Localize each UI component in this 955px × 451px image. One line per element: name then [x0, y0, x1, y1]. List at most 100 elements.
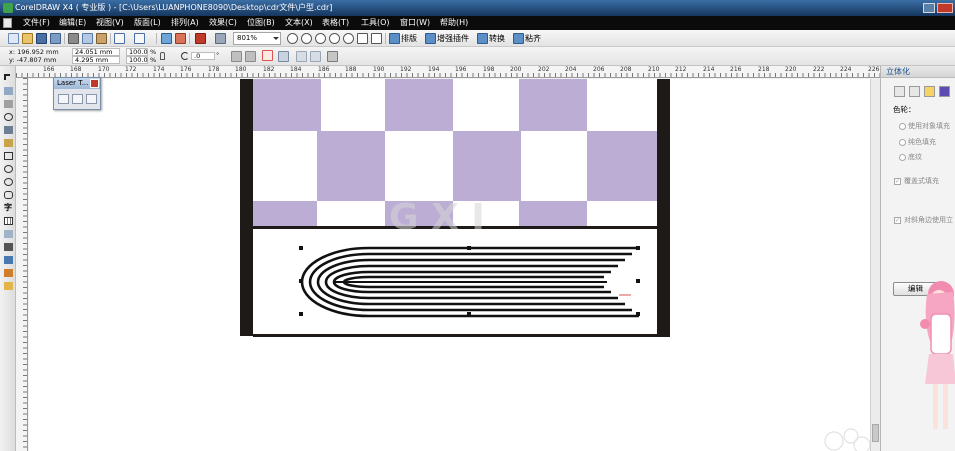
polygon-tool-icon[interactable]: [4, 178, 13, 186]
convert-label[interactable]: 转换: [489, 33, 505, 44]
menu-bitmaps[interactable]: 位图(B): [247, 16, 275, 30]
close-button[interactable]: [937, 3, 953, 13]
print-icon[interactable]: [50, 33, 61, 44]
extrude-light-icon[interactable]: [924, 86, 935, 97]
cut-icon[interactable]: [68, 33, 79, 44]
scale-width-field[interactable]: 100.0: [126, 48, 148, 56]
scrollbar-thumb[interactable]: [872, 424, 879, 442]
fill-tool-icon[interactable]: [4, 269, 13, 277]
menu-tools[interactable]: 工具(O): [361, 16, 390, 30]
mirror-vertical-icon[interactable]: [245, 51, 256, 62]
zoom-page-icon[interactable]: [343, 33, 354, 44]
zoom-all-icon[interactable]: [329, 33, 340, 44]
text-tool-icon[interactable]: 字: [4, 204, 13, 212]
watermark-logo: G X I: [389, 197, 485, 238]
laser-engrave-icon[interactable]: [72, 94, 83, 104]
menu-file[interactable]: 文件(F): [23, 16, 50, 30]
welcome-screen-icon[interactable]: [215, 33, 226, 44]
object-height-field[interactable]: 4.295 mm: [72, 56, 120, 64]
new-icon[interactable]: [8, 33, 19, 44]
mirror-horizontal-icon[interactable]: [231, 51, 242, 62]
layout-label[interactable]: 排版: [401, 33, 417, 44]
convert-to-curves-icon[interactable]: [310, 51, 321, 62]
redo-icon[interactable]: [134, 33, 145, 44]
freehand-tool-icon[interactable]: [4, 126, 13, 134]
rectangle-tool-icon[interactable]: [4, 152, 13, 160]
interactive-fill-tool-icon[interactable]: [4, 282, 13, 290]
save-icon[interactable]: [36, 33, 47, 44]
menu-edit[interactable]: 编辑(E): [59, 16, 86, 30]
crop-tool-icon[interactable]: [4, 100, 13, 108]
texture-radio[interactable]: [899, 154, 906, 161]
document-icon: [3, 18, 12, 28]
drawing-canvas[interactable]: G X I: [29, 79, 870, 451]
zoom-in-icon[interactable]: [287, 33, 298, 44]
convert-icon[interactable]: [477, 33, 488, 44]
interactive-blend-tool-icon[interactable]: [4, 230, 13, 238]
laser-tool-window[interactable]: Laser T...: [53, 77, 101, 110]
engraved-spiral-object[interactable]: [300, 246, 639, 318]
outline-icon[interactable]: [327, 51, 338, 62]
scale-height-field[interactable]: 100.0: [126, 56, 148, 64]
x-position[interactable]: x: 196.952 mm: [9, 48, 59, 56]
menu-view[interactable]: 视图(V): [96, 16, 124, 30]
paste-align-icon[interactable]: [513, 33, 524, 44]
undo-icon[interactable]: [114, 33, 125, 44]
layout-icon[interactable]: [389, 33, 400, 44]
export-icon[interactable]: [175, 33, 186, 44]
to-front-icon[interactable]: [278, 51, 289, 62]
smart-fill-tool-icon[interactable]: [4, 139, 13, 147]
zoom-height-icon[interactable]: [371, 33, 382, 44]
shape-tool-icon[interactable]: [4, 87, 13, 95]
basic-shapes-tool-icon[interactable]: [4, 191, 13, 199]
y-position[interactable]: y: -47.807 mm: [9, 56, 56, 64]
laser-settings-icon[interactable]: [86, 94, 97, 104]
minimize-button[interactable]: [923, 3, 935, 13]
copy-icon[interactable]: [82, 33, 93, 44]
scale-height-unit: %: [150, 56, 157, 64]
enhance-plugin-label[interactable]: 增强插件: [437, 33, 469, 44]
ruler-label: 218: [758, 66, 770, 73]
menu-text[interactable]: 文本(X): [285, 16, 313, 30]
eyedropper-tool-icon[interactable]: [4, 243, 13, 251]
enhance-plugin-icon[interactable]: [425, 33, 436, 44]
extrude-color-icon[interactable]: [939, 86, 950, 97]
zoom-out-icon[interactable]: [301, 33, 312, 44]
horizontal-ruler[interactable]: 166 168 170 172 174 176 178 180 182 184 …: [16, 66, 880, 78]
menu-arrange[interactable]: 排列(A): [171, 16, 199, 30]
bevel-edge-checkbox[interactable]: ✓: [894, 217, 901, 224]
toolbox: 字: [0, 66, 16, 451]
close-icon[interactable]: [90, 79, 99, 88]
wrap-text-icon[interactable]: [262, 50, 273, 61]
vertical-ruler[interactable]: [16, 78, 28, 451]
outline-tool-icon[interactable]: [4, 256, 13, 264]
rotation-angle-field[interactable]: .0: [191, 52, 215, 60]
menu-window[interactable]: 窗口(W): [400, 16, 430, 30]
laser-cut-icon[interactable]: [58, 94, 69, 104]
menu-table[interactable]: 表格(T): [322, 16, 349, 30]
extrude-rotate-icon[interactable]: [909, 86, 920, 97]
to-back-icon[interactable]: [296, 51, 307, 62]
vertical-scrollbar[interactable]: [870, 79, 880, 451]
overprint-fill-checkbox[interactable]: ✓: [894, 178, 901, 185]
extrude-camera-icon[interactable]: [894, 86, 905, 97]
ellipse-tool-icon[interactable]: [4, 165, 13, 173]
paste-icon[interactable]: [96, 33, 107, 44]
open-icon[interactable]: [22, 33, 33, 44]
zoom-tool-icon[interactable]: [4, 113, 13, 121]
pick-tool-icon[interactable]: [4, 74, 10, 80]
lock-ratio-icon[interactable]: [160, 52, 165, 60]
import-icon[interactable]: [161, 33, 172, 44]
application-launcher-icon[interactable]: [195, 33, 206, 44]
zoom-width-icon[interactable]: [357, 33, 368, 44]
solid-fill-radio[interactable]: [899, 139, 906, 146]
menu-effects[interactable]: 效果(C): [209, 16, 237, 30]
paste-align-label[interactable]: 粘齐: [525, 33, 541, 44]
menu-help[interactable]: 帮助(H): [440, 16, 468, 30]
object-width-field[interactable]: 24.051 mm: [72, 48, 120, 56]
zoom-selected-icon[interactable]: [315, 33, 326, 44]
table-tool-icon[interactable]: [4, 217, 13, 225]
zoom-level-select[interactable]: 801%: [233, 32, 281, 45]
use-object-fill-radio[interactable]: [899, 123, 906, 130]
menu-layout[interactable]: 版面(L): [134, 16, 161, 30]
